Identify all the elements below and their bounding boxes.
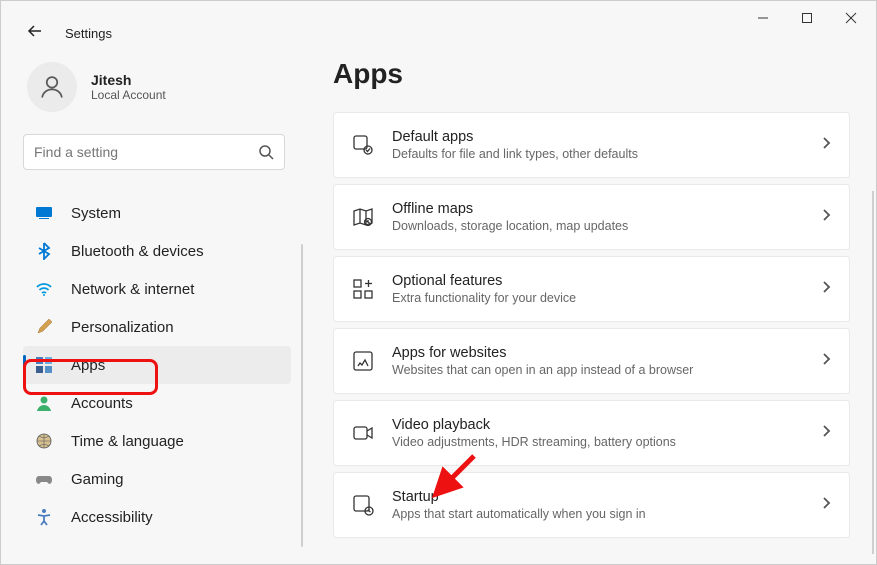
window-controls xyxy=(738,1,876,35)
close-button[interactable] xyxy=(844,11,858,25)
sidebar-item-label: Time & language xyxy=(71,433,184,450)
card-apps-for-websites[interactable]: Apps for websites Websites that can open … xyxy=(333,328,850,394)
sidebar-item-label: Accounts xyxy=(71,395,133,412)
sidebar-item-personalization[interactable]: Personalization xyxy=(23,308,291,346)
main-scrollbar[interactable] xyxy=(872,191,874,554)
card-title: Startup xyxy=(392,489,819,505)
accounts-icon xyxy=(35,394,53,412)
minimize-button[interactable] xyxy=(756,11,770,25)
sidebar-item-label: Apps xyxy=(71,357,105,374)
card-subtitle: Websites that can open in an app instead… xyxy=(392,363,819,377)
maximize-button[interactable] xyxy=(800,11,814,25)
card-subtitle: Downloads, storage location, map updates xyxy=(392,219,819,233)
chevron-right-icon xyxy=(819,424,833,443)
default-apps-icon xyxy=(352,134,374,156)
sidebar-item-accessibility[interactable]: Accessibility xyxy=(23,498,291,536)
sidebar-item-label: Gaming xyxy=(71,471,124,488)
user-name: Jitesh xyxy=(91,72,166,88)
sidebar-item-label: Personalization xyxy=(71,319,174,336)
page-title: Apps xyxy=(333,58,850,90)
chevron-right-icon xyxy=(819,280,833,299)
card-subtitle: Extra functionality for your device xyxy=(392,291,819,305)
chevron-right-icon xyxy=(819,496,833,515)
apps-icon xyxy=(35,356,53,374)
card-title: Apps for websites xyxy=(392,345,819,361)
sidebar-item-label: Accessibility xyxy=(71,509,153,526)
video-playback-icon xyxy=(352,422,374,444)
card-title: Default apps xyxy=(392,129,819,145)
sidebar-item-apps[interactable]: Apps xyxy=(23,346,291,384)
card-optional-features[interactable]: Optional features Extra functionality for… xyxy=(333,256,850,322)
sidebar-item-label: Network & internet xyxy=(71,281,194,298)
paintbrush-icon xyxy=(35,318,53,336)
sidebar-item-label: System xyxy=(71,205,121,222)
bluetooth-icon xyxy=(35,242,53,260)
user-block[interactable]: Jitesh Local Account xyxy=(23,62,303,112)
back-button[interactable] xyxy=(27,23,43,44)
sidebar-item-bluetooth[interactable]: Bluetooth & devices xyxy=(23,232,291,270)
system-icon xyxy=(35,204,53,222)
search-field[interactable] xyxy=(34,144,258,160)
startup-icon xyxy=(352,494,374,516)
card-subtitle: Apps that start automatically when you s… xyxy=(392,507,819,521)
offline-maps-icon xyxy=(352,206,374,228)
accessibility-icon xyxy=(35,508,53,526)
main-content: Apps Default apps Defaults for file and l… xyxy=(303,44,876,557)
gaming-icon xyxy=(35,470,53,488)
wifi-icon xyxy=(35,280,53,298)
card-subtitle: Video adjustments, HDR streaming, batter… xyxy=(392,435,819,449)
sidebar-item-accounts[interactable]: Accounts xyxy=(23,384,291,422)
search-icon xyxy=(258,144,274,160)
card-startup[interactable]: Startup Apps that start automatically whe… xyxy=(333,472,850,538)
sidebar-item-system[interactable]: System xyxy=(23,194,291,232)
window-title: Settings xyxy=(65,26,112,41)
apps-for-websites-icon xyxy=(352,350,374,372)
card-title: Offline maps xyxy=(392,201,819,217)
card-video-playback[interactable]: Video playback Video adjustments, HDR str… xyxy=(333,400,850,466)
chevron-right-icon xyxy=(819,208,833,227)
settings-window: Settings Jitesh Local Account xyxy=(0,0,877,565)
user-subtitle: Local Account xyxy=(91,88,166,102)
card-subtitle: Defaults for file and link types, other … xyxy=(392,147,819,161)
chevron-right-icon xyxy=(819,352,833,371)
card-offline-maps[interactable]: Offline maps Downloads, storage location,… xyxy=(333,184,850,250)
avatar xyxy=(27,62,77,112)
card-default-apps[interactable]: Default apps Defaults for file and link t… xyxy=(333,112,850,178)
sidebar-item-network[interactable]: Network & internet xyxy=(23,270,291,308)
chevron-right-icon xyxy=(819,136,833,155)
sidebar-item-time-language[interactable]: Time & language xyxy=(23,422,291,460)
card-title: Optional features xyxy=(392,273,819,289)
sidebar: Jitesh Local Account System Bluetooth & … xyxy=(1,44,303,557)
nav: System Bluetooth & devices Network & int… xyxy=(23,194,291,536)
sidebar-item-label: Bluetooth & devices xyxy=(71,243,204,260)
globe-icon xyxy=(35,432,53,450)
search-input[interactable] xyxy=(23,134,285,170)
sidebar-item-gaming[interactable]: Gaming xyxy=(23,460,291,498)
card-title: Video playback xyxy=(392,417,819,433)
optional-features-icon xyxy=(352,278,374,300)
